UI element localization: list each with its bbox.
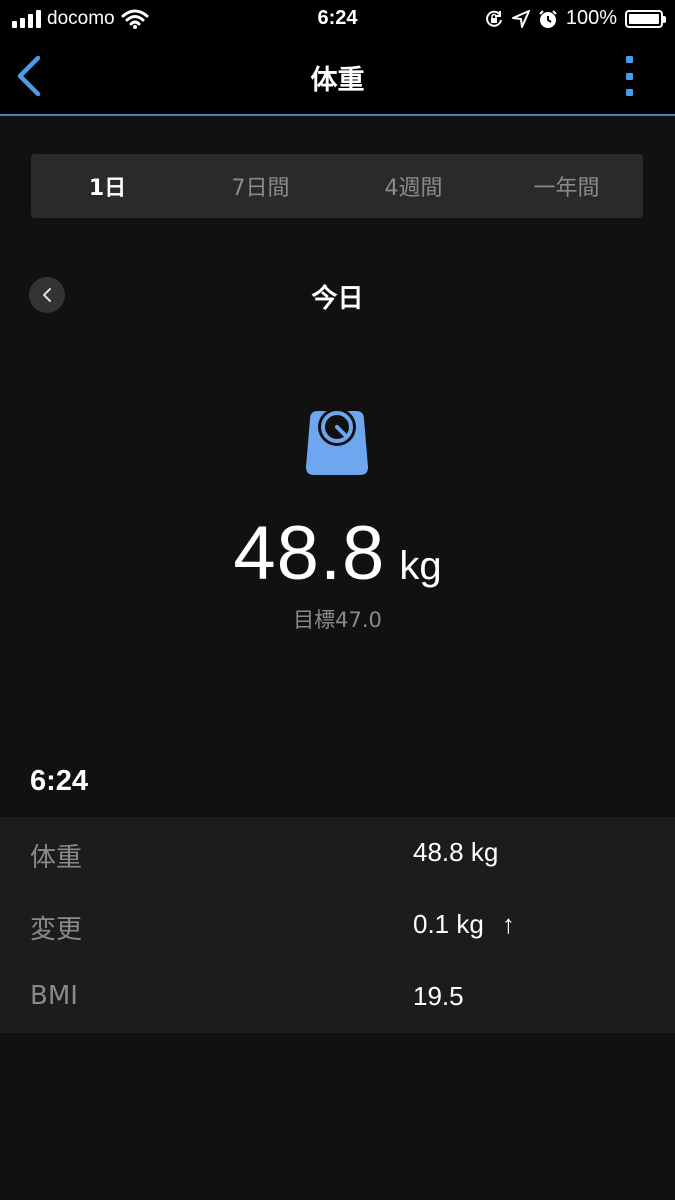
more-vertical-icon-dot [625, 89, 633, 96]
page-title: 体重 [310, 65, 365, 96]
detail-label: 体重 [30, 843, 83, 873]
tab-7-days[interactable]: 7日間 [184, 154, 337, 218]
detail-row-change: 変更 0.1 kg ↑ [0, 889, 675, 961]
entry-time: 6:24 [30, 765, 89, 797]
weight-number: 48.8 [233, 511, 386, 596]
more-vertical-icon-dot [625, 72, 633, 80]
detail-value: 48.8 kg [413, 837, 499, 867]
entry-details: 体重 48.8 kg 変更 0.1 kg ↑ BMI 19.5 [0, 817, 675, 1033]
more-menu-button[interactable] [623, 56, 635, 96]
location-icon [511, 9, 530, 28]
detail-label: BMI [30, 981, 78, 1011]
battery-percent: 100% [565, 7, 617, 29]
battery-fill [629, 13, 659, 24]
tab-4-weeks[interactable]: 4週間 [337, 154, 490, 218]
status-bar: docomo 6:24 100% [0, 0, 675, 38]
detail-row-weight: 体重 48.8 kg [0, 817, 675, 889]
detail-label: 変更 [30, 915, 83, 945]
status-right: 100% [484, 7, 666, 30]
orientation-lock-icon [485, 10, 502, 27]
date-navigator: 今日 [0, 270, 675, 320]
battery-icon [625, 9, 666, 28]
weight-unit: kg [399, 544, 442, 588]
more-vertical-icon-dot [625, 56, 633, 63]
nav-bar: 体重 [0, 38, 675, 116]
goal-label: 目標47.0 [293, 608, 382, 632]
date-label: 今日 [311, 284, 364, 314]
arrow-up-icon: ↑ [501, 909, 515, 939]
weight-display: 48.8 kg [0, 510, 675, 597]
detail-row-bmi: BMI 19.5 [0, 961, 675, 1033]
detail-value: 19.5 [413, 981, 464, 1011]
alarm-icon [539, 9, 557, 28]
detail-value-wrap: 0.1 kg ↑ [413, 909, 515, 940]
period-tabs: 1日 7日間 4週間 一年間 [31, 154, 643, 218]
tab-1-day[interactable]: 1日 [31, 154, 184, 218]
scale-icon [306, 408, 368, 475]
detail-value: 0.1 kg [413, 909, 484, 939]
tab-1-year[interactable]: 一年間 [490, 154, 643, 218]
